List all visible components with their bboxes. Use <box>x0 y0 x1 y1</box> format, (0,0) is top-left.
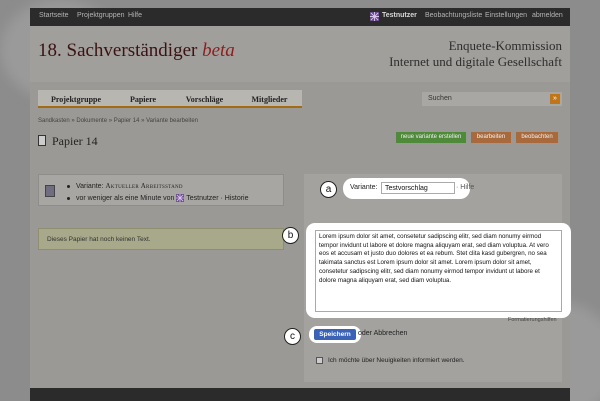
search-button[interactable]: » <box>550 94 560 104</box>
variant-line: Variante: Aktueller Arbeitsstand <box>67 182 183 190</box>
logo-beta: beta <box>202 40 235 61</box>
topbar-link-hilfe[interactable]: Hilfe <box>128 12 142 19</box>
page-footer <box>30 388 570 401</box>
time-text: vor weniger als eine Minute von <box>76 194 175 202</box>
topbar-link-settings[interactable]: Einstellungen <box>485 12 527 19</box>
tab-projektgruppe[interactable]: Projektgruppe <box>38 90 114 108</box>
topbar-user-link[interactable]: Testnutzer <box>382 12 417 19</box>
commission-title: Enquete-Kommission Internet und digitale… <box>389 38 562 70</box>
bullet <box>67 196 70 200</box>
no-text-message: Dieses Papier hat noch keinen Text. <box>47 236 151 243</box>
user-avatar-icon <box>370 12 379 21</box>
time-line: vor weniger als eine Minute von Testnutz… <box>67 194 249 202</box>
variant-name-input[interactable]: Testvorschlag <box>381 182 455 194</box>
tab-papiere[interactable]: Papiere <box>114 90 172 108</box>
save-highlight: Speichern <box>309 326 361 343</box>
callout-b: b <box>282 227 299 244</box>
bullet <box>67 184 70 188</box>
format-help-link[interactable]: Formatierungshilfen <box>508 317 557 323</box>
history-link[interactable]: Historie <box>225 195 249 202</box>
commission-line-2: Internet und digitale Gesellschaft <box>389 54 562 69</box>
page-title: Papier 14 <box>52 134 98 148</box>
edit-button[interactable]: bearbeiten <box>471 132 511 143</box>
user-avatar-icon <box>176 194 185 202</box>
notify-checkbox[interactable] <box>316 357 323 364</box>
search-placeholder: Suchen <box>428 95 452 102</box>
save-button[interactable]: Speichern <box>314 329 356 340</box>
tab-mitglieder[interactable]: Mitglieder <box>237 90 302 108</box>
topbar-link-watchlist[interactable]: Beobachtungsliste <box>425 12 482 19</box>
topbar-link-startseite[interactable]: Startseite <box>39 12 69 19</box>
breadcrumb[interactable]: Sandkasten » Dokumente » Papier 14 » Var… <box>38 118 198 124</box>
no-text-notice: Dieses Papier hat noch keinen Text. <box>38 228 284 250</box>
textarea-highlight: Lorem ipsum dolor sit amet, consetetur s… <box>306 223 571 318</box>
notify-label: Ich möchte über Neuigkeiten informiert w… <box>328 357 465 364</box>
help-link[interactable]: · Hilfe <box>456 184 474 191</box>
variant-name[interactable]: Aktueller Arbeitsstand <box>105 182 182 190</box>
author-link[interactable]: Testnutzer <box>186 195 218 202</box>
site-logo[interactable]: 18. Sachverständiger beta <box>38 40 235 62</box>
callout-c: c <box>284 328 301 345</box>
topbar-link-projektgruppen[interactable]: Projektgruppen <box>77 12 124 19</box>
main-nav: Projektgruppe Papiere Vorschläge Mitglie… <box>38 90 302 108</box>
top-bar: Startseite Projektgruppen Hilfe Testnutz… <box>30 8 570 26</box>
variant-prefix: Variante: <box>76 183 104 190</box>
callout-a: a <box>320 181 337 198</box>
variant-label: Variante: <box>350 184 378 191</box>
watch-button[interactable]: beobachten <box>516 132 558 143</box>
document-icon <box>38 135 46 146</box>
search-input[interactable]: Suchen » <box>422 92 562 106</box>
variant-highlight: Variante: Testvorschlag <box>343 178 470 199</box>
variant-icon <box>45 185 55 197</box>
new-variant-button[interactable]: neue variante erstellen <box>396 132 466 143</box>
variant-info-box: Variante: Aktueller Arbeitsstand vor wen… <box>38 174 284 206</box>
cancel-link[interactable]: oder Abbrechen <box>358 330 407 337</box>
body-textarea[interactable]: Lorem ipsum dolor sit amet, consetetur s… <box>315 230 562 312</box>
logo-text: 18. Sachverständiger <box>38 40 198 61</box>
commission-line-1: Enquete-Kommission <box>448 38 562 53</box>
topbar-link-logout[interactable]: abmelden <box>532 12 563 19</box>
tab-vorschlaege[interactable]: Vorschläge <box>172 90 237 108</box>
site-header: 18. Sachverständiger beta Enquete-Kommis… <box>30 26 570 82</box>
